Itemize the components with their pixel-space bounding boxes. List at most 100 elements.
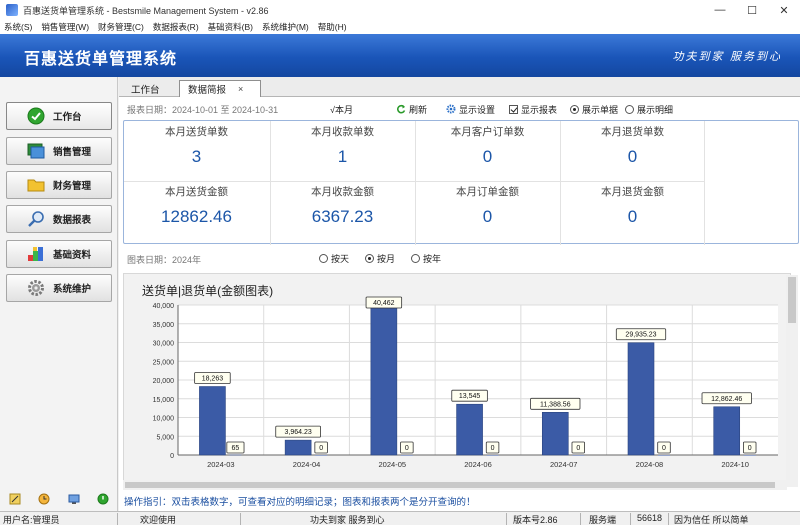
this-month-button[interactable]: √本月 (330, 103, 353, 116)
bar (486, 455, 499, 456)
tab-workbench[interactable]: 工作台 (123, 80, 168, 97)
y-tick-label: 35,000 (153, 322, 175, 329)
y-tick-label: 0 (170, 453, 174, 460)
title-bar: 百惠送货单管理系统 - Bestsmile Management System … (0, 0, 800, 20)
bar (284, 439, 312, 456)
show-orders-radio[interactable]: 展示单据 (570, 103, 618, 116)
stat-receipt-count[interactable]: 本月收款单数 1 (270, 124, 415, 167)
menu-basic-data[interactable]: 基础资料(B) (208, 21, 253, 33)
report-date-range: 报表日期：2024-10-01 至 2024-10-31 (127, 104, 279, 115)
stat-return-amount[interactable]: 本月退货金额 0 (560, 184, 705, 227)
stat-label: 本月送货金额 (165, 186, 228, 198)
stat-value[interactable]: 1 (270, 147, 415, 167)
y-tick-label: 10,000 (153, 416, 175, 423)
sidebar-item-maintenance[interactable]: 系统维护 (6, 274, 112, 302)
stat-value[interactable]: 6367.23 (270, 207, 415, 227)
stats-grid: 本月送货单数 3 本月收款单数 1 本月客户订单数 0 本月退货单数 0 本月送… (123, 120, 799, 245)
display-settings-button[interactable]: 显示设置 (446, 103, 495, 116)
chart-date: 图表日期：2024年 (127, 255, 202, 265)
sidebar-item-reports[interactable]: 数据报表 (6, 205, 112, 233)
app-title: 百惠送货单管理系统 (24, 51, 178, 68)
minimize-button[interactable]: — (704, 0, 736, 20)
sidebar-item-label: 系统维护 (53, 284, 92, 295)
status-welcome: 欢迎使用 (140, 515, 177, 525)
by-year-label: 按年 (423, 254, 442, 264)
close-button[interactable]: ✕ (768, 0, 800, 20)
stat-label: 本月收款单数 (311, 126, 374, 138)
edit-icon[interactable] (9, 493, 21, 505)
bar (713, 406, 741, 456)
refresh-label: 刷新 (409, 104, 428, 115)
tab-strip: 工作台 数据简报 × (119, 77, 800, 97)
bar (370, 302, 398, 456)
sidebar-item-workbench[interactable]: 工作台 (6, 102, 112, 130)
by-day-label: 按天 (331, 254, 350, 264)
sidebar-item-sales[interactable]: 销售管理 (6, 137, 112, 165)
data-label: 11,388.56 (540, 401, 571, 408)
refresh-icon (396, 104, 406, 114)
stat-value[interactable]: 0 (415, 147, 560, 167)
sidebar-item-basic-data[interactable]: 基础资料 (6, 240, 112, 268)
stat-value[interactable]: 0 (560, 207, 705, 227)
menu-sales[interactable]: 销售管理(W) (41, 21, 89, 33)
window-icon (27, 142, 45, 160)
menu-system[interactable]: 系统(S) (4, 21, 32, 33)
tab-data-brief[interactable]: 数据简报 × (179, 80, 261, 97)
by-year-radio[interactable]: 按年 (411, 252, 441, 265)
menu-reports[interactable]: 数据报表(R) (153, 21, 199, 33)
maximize-button[interactable]: ☐ (736, 0, 768, 20)
display-settings-label: 显示设置 (459, 104, 496, 115)
stat-value[interactable]: 3 (124, 147, 269, 167)
clock-icon[interactable] (38, 493, 50, 505)
stat-value[interactable]: 0 (560, 147, 705, 167)
status-service-label: 服务端 (589, 515, 617, 525)
sidebar-item-label: 工作台 (53, 112, 82, 123)
bar (315, 455, 328, 456)
stat-label: 本月送货单数 (165, 126, 228, 138)
data-label: 0 (576, 445, 580, 452)
amount-chart[interactable]: 0 5,000 10,000 15,000 20,000 25,000 30,000 35,0… (124, 274, 786, 480)
menu-finance[interactable]: 财务管理(C) (98, 21, 144, 33)
tab-label: 工作台 (131, 84, 160, 96)
monitor-icon[interactable] (68, 493, 80, 505)
by-month-radio[interactable]: 按月 (365, 252, 395, 265)
data-label: 12,862.46 (711, 396, 742, 403)
stat-order-amount[interactable]: 本月订单金额 0 (415, 184, 560, 227)
bar (229, 454, 242, 456)
x-tick-label: 2024-07 (550, 460, 578, 469)
by-day-radio[interactable]: 按天 (319, 252, 349, 265)
stat-label: 本月订单金额 (456, 186, 519, 198)
show-details-radio[interactable]: 展示明细 (625, 103, 673, 116)
y-tick-label: 5,000 (156, 434, 174, 441)
data-label: 29,935.23 (625, 332, 656, 339)
amount-chart-panel: 送货单|退货单(金额图表) 0 5,000 10,000 15,000 20,000 25… (123, 273, 791, 485)
x-tick-label: 2024-06 (464, 460, 492, 469)
menu-help[interactable]: 帮助(H) (318, 21, 347, 33)
banner-slogan: 功夫到家 服务到心 (672, 50, 782, 63)
show-report-label: 显示报表 (521, 104, 558, 115)
scroll-thumb[interactable] (788, 277, 796, 323)
bar (627, 342, 655, 456)
exit-icon[interactable] (97, 493, 109, 505)
sidebar-item-finance[interactable]: 财务管理 (6, 171, 112, 199)
magnifier-icon (27, 210, 45, 228)
y-tick-label: 30,000 (153, 341, 175, 348)
stat-value[interactable]: 12862.46 (124, 207, 269, 227)
stat-value[interactable]: 0 (415, 207, 560, 227)
refresh-button[interactable]: 刷新 (396, 103, 427, 116)
bar (400, 455, 413, 456)
vertical-scrollbar[interactable] (786, 275, 798, 487)
scroll-thumb[interactable] (125, 482, 775, 488)
status-user: 用户名:管理员 (3, 515, 60, 525)
radio-dot (319, 254, 328, 263)
stat-order-count[interactable]: 本月客户订单数 0 (415, 124, 560, 167)
stat-return-count[interactable]: 本月退货单数 0 (560, 124, 705, 167)
show-report-checkbox[interactable]: 显示报表 (509, 103, 557, 116)
stat-delivery-amount[interactable]: 本月送货金额 12862.46 (124, 184, 269, 227)
stat-receipt-amount[interactable]: 本月收款金额 6367.23 (270, 184, 415, 227)
horizontal-scrollbar[interactable] (123, 480, 787, 490)
menu-maintenance[interactable]: 系统维护(M) (262, 21, 309, 33)
radio-dot (625, 104, 634, 114)
stat-delivery-count[interactable]: 本月送货单数 3 (124, 124, 269, 167)
tab-close-icon[interactable]: × (238, 84, 243, 94)
